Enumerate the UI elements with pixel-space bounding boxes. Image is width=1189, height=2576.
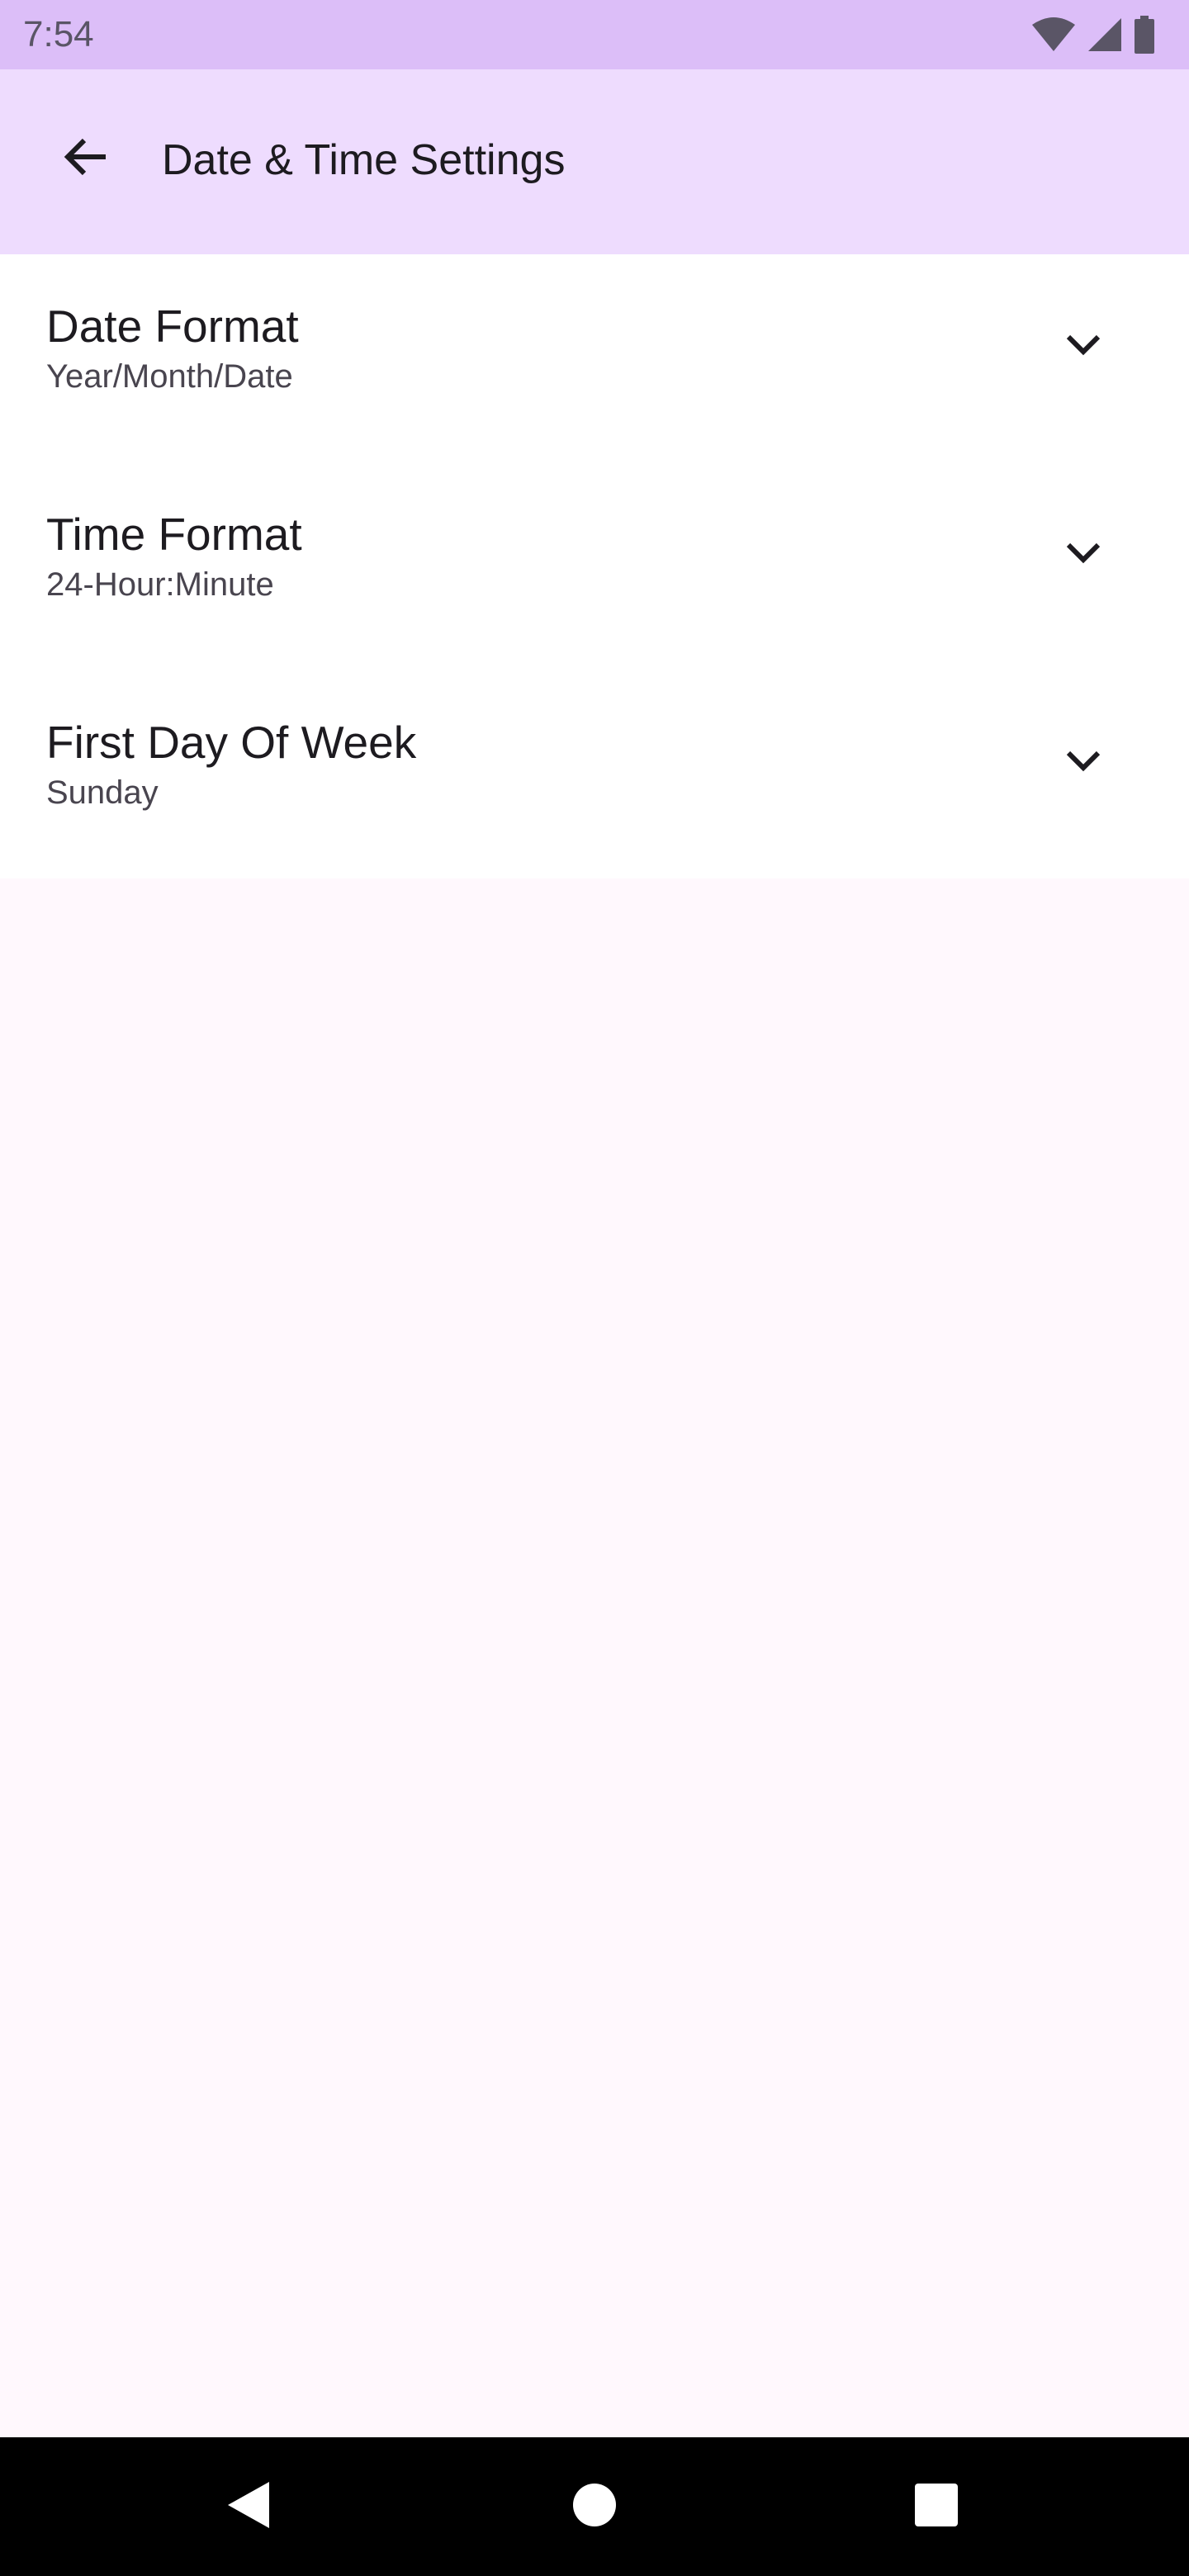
wifi-icon: [1030, 17, 1077, 53]
nav-recents-button[interactable]: [903, 2474, 969, 2540]
nav-home-button[interactable]: [561, 2474, 628, 2540]
page-title: Date & Time Settings: [162, 136, 566, 184]
settings-list: Date Format Year/Month/Date Time Format …: [0, 254, 1189, 878]
status-time: 7:54: [23, 14, 94, 54]
battery-icon: [1133, 16, 1156, 54]
back-triangle-icon: [225, 2480, 271, 2534]
setting-title: Time Format: [46, 509, 302, 560]
arrow-back-icon: [59, 130, 112, 187]
recents-square-icon: [915, 2483, 958, 2531]
chevron-down-icon[interactable]: [1050, 728, 1116, 794]
chevron-down-icon[interactable]: [1050, 312, 1116, 378]
chevron-down-icon[interactable]: [1050, 520, 1116, 586]
setting-title: First Day Of Week: [46, 717, 417, 768]
date-format-setting[interactable]: Date Format Year/Month/Date: [0, 254, 1189, 462]
setting-value: 24-Hour:Minute: [46, 566, 274, 603]
setting-value: Sunday: [46, 774, 159, 811]
navigation-bar: [0, 2437, 1189, 2576]
app-bar: Date & Time Settings: [0, 69, 1189, 254]
nav-back-button[interactable]: [215, 2474, 281, 2540]
setting-title: Date Format: [46, 301, 299, 352]
setting-value: Year/Month/Date: [46, 358, 293, 395]
first-day-of-week-setting[interactable]: First Day Of Week Sunday: [0, 670, 1189, 878]
signal-icon: [1087, 17, 1123, 53]
back-button[interactable]: [46, 119, 126, 198]
time-format-setting[interactable]: Time Format 24-Hour:Minute: [0, 462, 1189, 670]
status-bar: 7:54: [0, 0, 1189, 69]
status-icons: [1030, 15, 1156, 54]
home-circle-icon: [571, 2482, 618, 2532]
